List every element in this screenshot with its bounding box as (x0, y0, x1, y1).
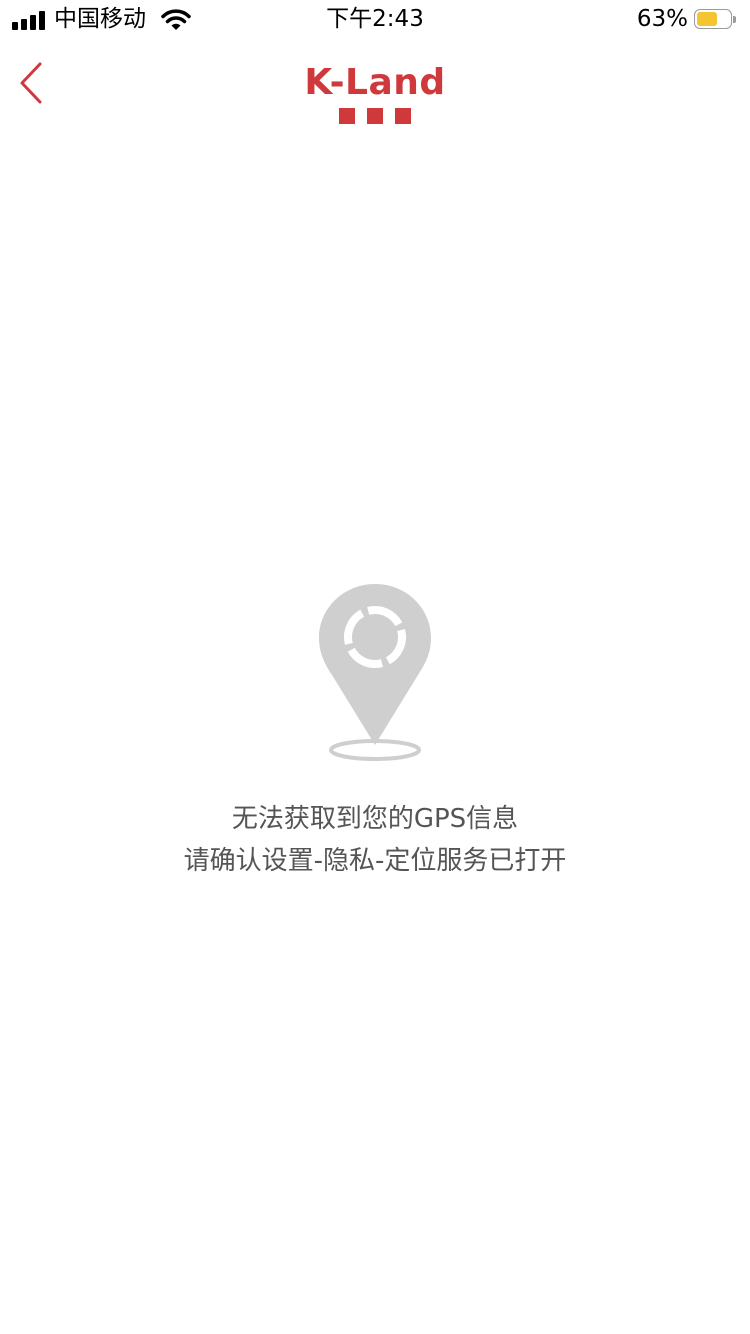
app-logo: K-Land (0, 62, 750, 124)
logo-squares (0, 108, 750, 124)
gps-error-message: 无法获取到您的GPS信息 请确认设置-隐私-定位服务已打开 (0, 798, 750, 882)
logo-text: K-Land (304, 62, 446, 103)
empty-state: 无法获取到您的GPS信息 请确认设置-隐私-定位服务已打开 (0, 580, 750, 882)
screen: 中国移动 下午2:43 63% K-Land 无法获取到您的GPS信息 请确认设… (0, 0, 750, 1334)
message-line-2: 请确认设置-隐私-定位服务已打开 (183, 846, 567, 876)
message-line-1: 无法获取到您的GPS信息 (231, 804, 519, 834)
battery-fill (697, 12, 717, 26)
location-pin-icon (319, 584, 431, 761)
status-bar: 中国移动 下午2:43 63% (0, 0, 750, 40)
battery-percent: 63% (636, 6, 688, 32)
battery-icon (694, 9, 738, 31)
nav-bar: K-Land (0, 40, 750, 140)
